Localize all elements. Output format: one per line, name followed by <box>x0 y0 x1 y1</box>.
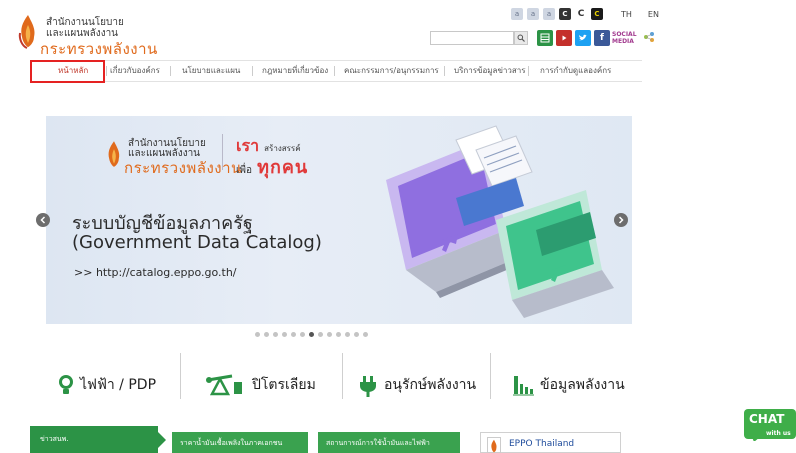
category-label: ข้อมูลพลังงาน <box>540 377 625 393</box>
main-nav: หน้าหลัก เกี่ยวกับองค์กร นโยบายและแผน กฎ… <box>30 60 642 82</box>
chat-sublabel: with us <box>766 430 791 437</box>
plug-icon <box>360 376 376 397</box>
social-network-icon <box>644 32 654 42</box>
nav-divider <box>170 66 171 76</box>
accessibility-toolbar: a a a C C C TH EN <box>511 8 659 20</box>
nav-item-law[interactable]: กฎหมายที่เกี่ยวข้อง <box>262 61 328 81</box>
slider-dot[interactable] <box>291 332 296 337</box>
facebook-icon[interactable]: f <box>594 30 610 46</box>
bar-chart-icon <box>513 376 534 396</box>
category-energy-data[interactable]: ข้อมูลพลังงาน <box>512 365 625 405</box>
nav-divider <box>528 66 529 76</box>
eppo-logo[interactable]: สำนักงานนโยบาย และแผนพลังงาน กระทรวงพลัง… <box>18 9 208 58</box>
nav-divider <box>106 66 107 76</box>
slider-dot[interactable] <box>309 332 314 337</box>
nav-item-governance[interactable]: การกำกับดูแลองค์กร <box>540 61 611 81</box>
nav-divider <box>334 66 335 76</box>
lightbulb-icon <box>59 375 73 394</box>
slider-dot[interactable] <box>327 332 332 337</box>
search-input[interactable] <box>430 31 514 45</box>
font-size-small-button[interactable]: a <box>511 8 523 20</box>
category-divider <box>342 353 343 399</box>
category-label: ปิโตรเลียม <box>252 377 316 393</box>
lang-th-link[interactable]: TH <box>621 10 632 19</box>
eppo-facebook-card[interactable]: EPPO Thailand <box>480 432 621 453</box>
chevron-left-icon <box>40 216 46 224</box>
nav-item-policy[interactable]: นโยบายและแผน <box>182 61 240 81</box>
font-size-large-button[interactable]: a <box>543 8 555 20</box>
news-header[interactable]: ข่าวสนพ. <box>30 426 166 453</box>
laptop-illustration <box>386 125 614 318</box>
category-label: อนุรักษ์พลังงาน <box>384 377 477 393</box>
banner-slider[interactable]: สำนักงานนโยบาย และแผนพลังงาน กระทรวงพลัง… <box>46 116 632 324</box>
nav-divider <box>444 66 445 76</box>
chevron-right-icon <box>618 216 624 224</box>
tab-oil-electricity-status[interactable]: สถานการณ์การใช้น้ำมันและไฟฟ้า <box>318 432 460 453</box>
news-pointer <box>158 432 166 448</box>
slide-divider <box>222 134 223 170</box>
nav-divider <box>252 66 253 76</box>
slider-dot[interactable] <box>363 332 368 337</box>
slider-dot[interactable] <box>255 332 260 337</box>
slider-dot[interactable] <box>318 332 323 337</box>
category-petroleum[interactable]: ปิโตรเลียม <box>206 365 316 405</box>
category-label: ไฟฟ้า / PDP <box>80 377 157 393</box>
slider-dot[interactable] <box>300 332 305 337</box>
slider-next-button[interactable] <box>614 213 628 227</box>
lang-en-link[interactable]: EN <box>648 10 659 19</box>
slider-prev-button[interactable] <box>36 213 50 227</box>
sitemap-icon[interactable] <box>537 30 553 46</box>
news-label: ข่าวสนพ. <box>40 435 69 443</box>
nav-item-committee[interactable]: คณะกรรมการ/อนุกรรมการ <box>344 61 439 81</box>
logo-ministry: กระทรวงพลังงาน <box>40 40 158 58</box>
slogan-line2: เพื่อ ทุกคน <box>236 157 309 178</box>
flame-logo-icon <box>491 439 497 453</box>
tab-fuel-prices[interactable]: ราคาน้ำมันเชื้อเพลิงในภาคเอกชน <box>172 432 308 453</box>
oil-pump-icon <box>206 374 242 396</box>
eppo-avatar <box>487 437 501 453</box>
slider-dot[interactable] <box>273 332 278 337</box>
category-divider <box>490 353 491 399</box>
search-button[interactable] <box>514 31 528 45</box>
slider-dot[interactable] <box>345 332 350 337</box>
category-divider <box>180 353 181 399</box>
home-highlight-box <box>30 60 105 83</box>
font-size-medium-button[interactable]: a <box>527 8 539 20</box>
category-electricity[interactable]: ไฟฟ้า / PDP <box>58 365 156 405</box>
slider-dot[interactable] <box>354 332 359 337</box>
chat-label: CHAT <box>749 412 785 426</box>
chat-with-us-button[interactable]: CHAT with us <box>744 409 796 442</box>
flame-logo-icon <box>108 141 120 167</box>
chat-bubble-icon: CHAT with us <box>744 409 796 442</box>
slide-logo-ministry: กระทรวงพลังงาน <box>124 159 242 177</box>
search-icon <box>517 34 525 42</box>
slide-subtitle: (Government Data Catalog) <box>72 232 322 253</box>
slider-dot[interactable] <box>282 332 287 337</box>
flame-logo-icon <box>18 15 35 49</box>
youtube-icon[interactable] <box>556 30 572 46</box>
category-conservation[interactable]: อนุรักษ์พลังงาน <box>358 365 476 405</box>
twitter-icon[interactable] <box>575 30 591 46</box>
slider-dot[interactable] <box>336 332 341 337</box>
social-media-label[interactable]: SOCIAL MEDIA <box>612 31 637 45</box>
contrast-normal-button[interactable]: C <box>575 8 587 20</box>
slide-url[interactable]: >> http://catalog.eppo.go.th/ <box>74 266 237 279</box>
eppo-page-name: EPPO Thailand <box>509 439 575 449</box>
contrast-dark-button[interactable]: C <box>559 8 571 20</box>
nav-item-about[interactable]: เกี่ยวกับองค์กร <box>110 61 160 81</box>
slider-dot[interactable] <box>264 332 269 337</box>
nav-item-info[interactable]: บริการข้อมูลข่าวสาร <box>454 61 526 81</box>
contrast-yellow-button[interactable]: C <box>591 8 603 20</box>
slider-pagination <box>255 332 368 337</box>
